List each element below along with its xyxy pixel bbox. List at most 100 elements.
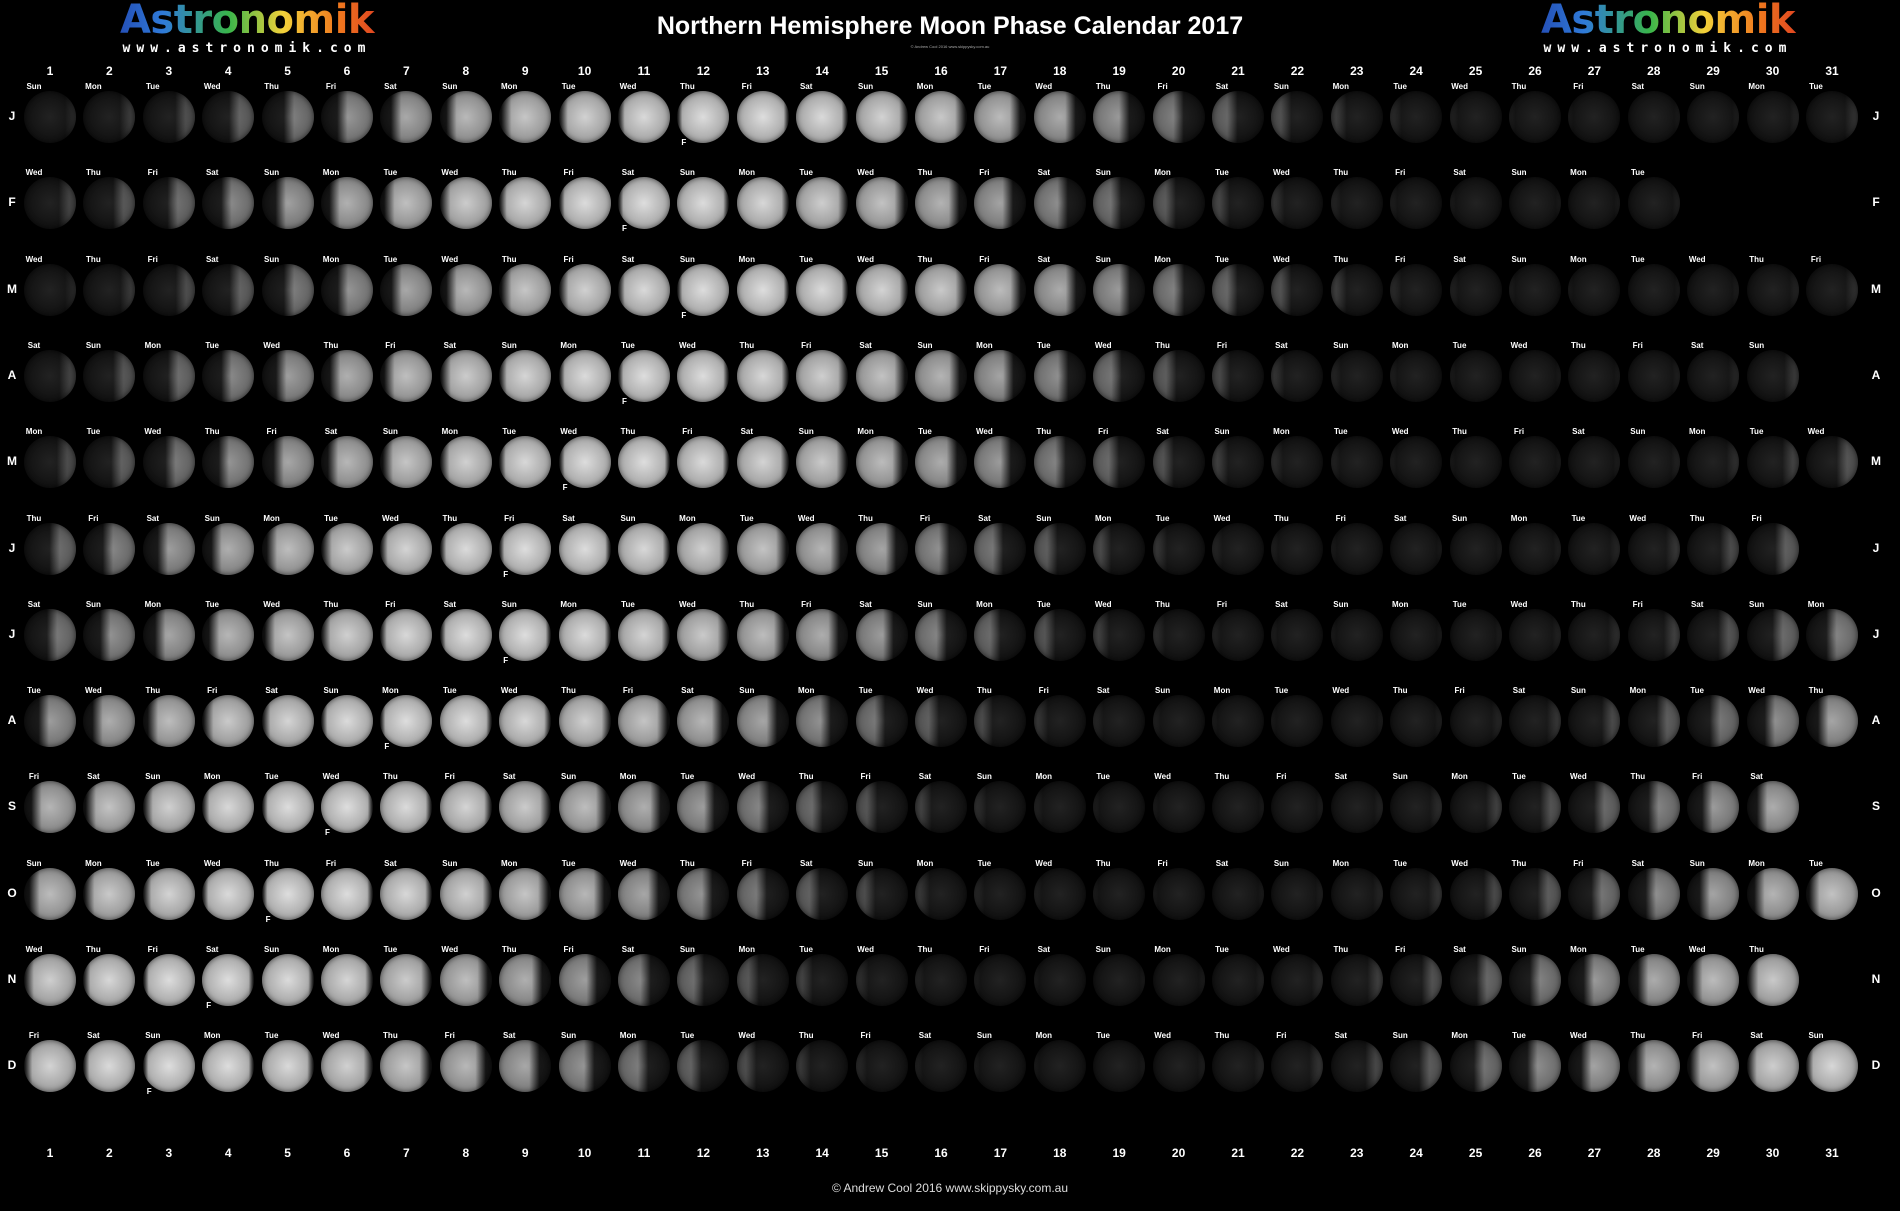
moon-phase bbox=[736, 522, 789, 575]
day-number-bottom: 12 bbox=[696, 1146, 711, 1160]
moon-phase bbox=[1746, 522, 1799, 575]
moon-phase bbox=[1687, 867, 1740, 920]
weekday-label: Sat bbox=[205, 168, 219, 178]
moon-phase bbox=[855, 436, 908, 489]
weekday-label: Tue bbox=[1215, 168, 1229, 178]
weekday-label: Sat bbox=[27, 599, 41, 609]
moon-phase bbox=[24, 177, 76, 230]
weekday-label: Fri bbox=[1454, 686, 1465, 696]
weekday-label: Sat bbox=[1453, 168, 1466, 178]
moon-phase bbox=[202, 608, 255, 661]
weekday-label: Wed bbox=[679, 340, 696, 350]
moon-phase bbox=[796, 177, 849, 230]
weekday-label: Thu bbox=[798, 772, 814, 782]
moon-phase bbox=[24, 867, 76, 920]
weekday-label: Sat bbox=[1275, 599, 1288, 609]
weekday-label: Mon bbox=[85, 82, 102, 91]
moon-phase bbox=[1509, 867, 1561, 920]
weekday-label: Mon bbox=[1332, 82, 1350, 91]
moon-phase bbox=[1390, 867, 1443, 920]
weekday-label: Fri bbox=[147, 254, 158, 264]
moon-phase bbox=[855, 263, 908, 316]
weekday-label: Sat bbox=[146, 513, 160, 523]
moon-phase bbox=[1330, 91, 1383, 143]
weekday-label: Mon bbox=[976, 599, 993, 609]
weekday-label: Fri bbox=[563, 254, 574, 264]
weekday-label: Wed bbox=[1451, 858, 1468, 868]
moon-phase bbox=[677, 177, 730, 230]
moon-phase bbox=[855, 608, 908, 661]
day-number-top: 29 bbox=[1706, 64, 1720, 78]
weekday-label: Tue bbox=[86, 427, 101, 437]
weekday-label: Wed bbox=[441, 945, 459, 954]
moon-phase bbox=[1746, 263, 1799, 316]
moon-phase bbox=[83, 695, 136, 748]
weekday-label: Fri bbox=[1751, 513, 1762, 523]
weekday-label: Wed bbox=[1273, 168, 1290, 178]
weekday-label: Wed bbox=[203, 858, 221, 868]
moon-phase bbox=[1033, 177, 1086, 230]
weekday-label: Fri bbox=[979, 168, 990, 178]
day-number-top: 11 bbox=[637, 64, 651, 78]
moon-phase bbox=[1093, 177, 1146, 230]
weekday-label: Fri bbox=[1216, 599, 1228, 609]
weekday-label: Tue bbox=[442, 686, 457, 696]
weekday-label: Wed bbox=[144, 427, 162, 437]
day-number-bottom: 29 bbox=[1706, 1146, 1720, 1160]
moon-phase bbox=[974, 177, 1027, 230]
weekday-label: Fri bbox=[1632, 599, 1643, 609]
day-number-top: 2 bbox=[106, 64, 113, 78]
moon-phase bbox=[1746, 349, 1799, 402]
weekday-label: Tue bbox=[1393, 858, 1407, 868]
moon-phase bbox=[142, 608, 195, 661]
moon-phase bbox=[202, 695, 255, 748]
weekday-label: Sun bbox=[85, 599, 101, 609]
moon-phase bbox=[1687, 522, 1740, 575]
weekday-label: Tue bbox=[145, 858, 160, 868]
moon-phase bbox=[1212, 349, 1264, 402]
moon-phase bbox=[1093, 436, 1146, 489]
weekday-label: Mon bbox=[1391, 599, 1409, 609]
full-moon-marker: F bbox=[325, 828, 330, 838]
moon-phase bbox=[1449, 781, 1502, 834]
weekday-label: Mon bbox=[916, 82, 934, 91]
weekday-label: Fri bbox=[1157, 82, 1168, 91]
weekday-label: Sun bbox=[1749, 599, 1765, 609]
moon-phase bbox=[1568, 1040, 1621, 1093]
moon-phase bbox=[1271, 867, 1324, 920]
moon-phase bbox=[1509, 1040, 1561, 1093]
weekday-label: Wed bbox=[797, 513, 815, 523]
moon-phase bbox=[1449, 522, 1502, 575]
moon-phase bbox=[1330, 436, 1383, 489]
moon-phase bbox=[618, 177, 670, 230]
weekday-label: Tue bbox=[145, 82, 160, 91]
day-number-bottom: 23 bbox=[1350, 1146, 1364, 1160]
moon-phase bbox=[24, 263, 76, 316]
day-number-top: 3 bbox=[165, 64, 173, 78]
weekday-label: Thu bbox=[1630, 772, 1646, 782]
moon-phase bbox=[439, 349, 492, 402]
moon-phase bbox=[1390, 177, 1443, 230]
moon-phase bbox=[1330, 695, 1383, 748]
weekday-label: Mon bbox=[560, 340, 577, 350]
weekday-label: Sun bbox=[264, 254, 280, 264]
weekday-label: Thu bbox=[264, 82, 279, 91]
moon-phase bbox=[321, 436, 373, 489]
moon-phase bbox=[618, 695, 670, 748]
weekday-label: Fri bbox=[1276, 1031, 1287, 1041]
weekday-label: Wed bbox=[976, 427, 993, 437]
moon-phase bbox=[558, 91, 611, 143]
weekday-label: Wed bbox=[441, 168, 459, 178]
weekday-label: Wed bbox=[738, 772, 756, 782]
weekday-label: Fri bbox=[1216, 340, 1228, 350]
weekday-label: Mon bbox=[1094, 513, 1112, 523]
day-number-bottom: 30 bbox=[1765, 1146, 1780, 1160]
moon-phase bbox=[558, 263, 611, 316]
moon-phase bbox=[499, 177, 552, 230]
weekday-label: Tue bbox=[1749, 427, 1764, 437]
moon-phase bbox=[142, 263, 195, 316]
moon-phase bbox=[736, 436, 789, 489]
moon-phase bbox=[974, 781, 1027, 834]
day-number-bottom: 9 bbox=[521, 1146, 529, 1160]
moon-phase bbox=[1806, 1040, 1858, 1093]
